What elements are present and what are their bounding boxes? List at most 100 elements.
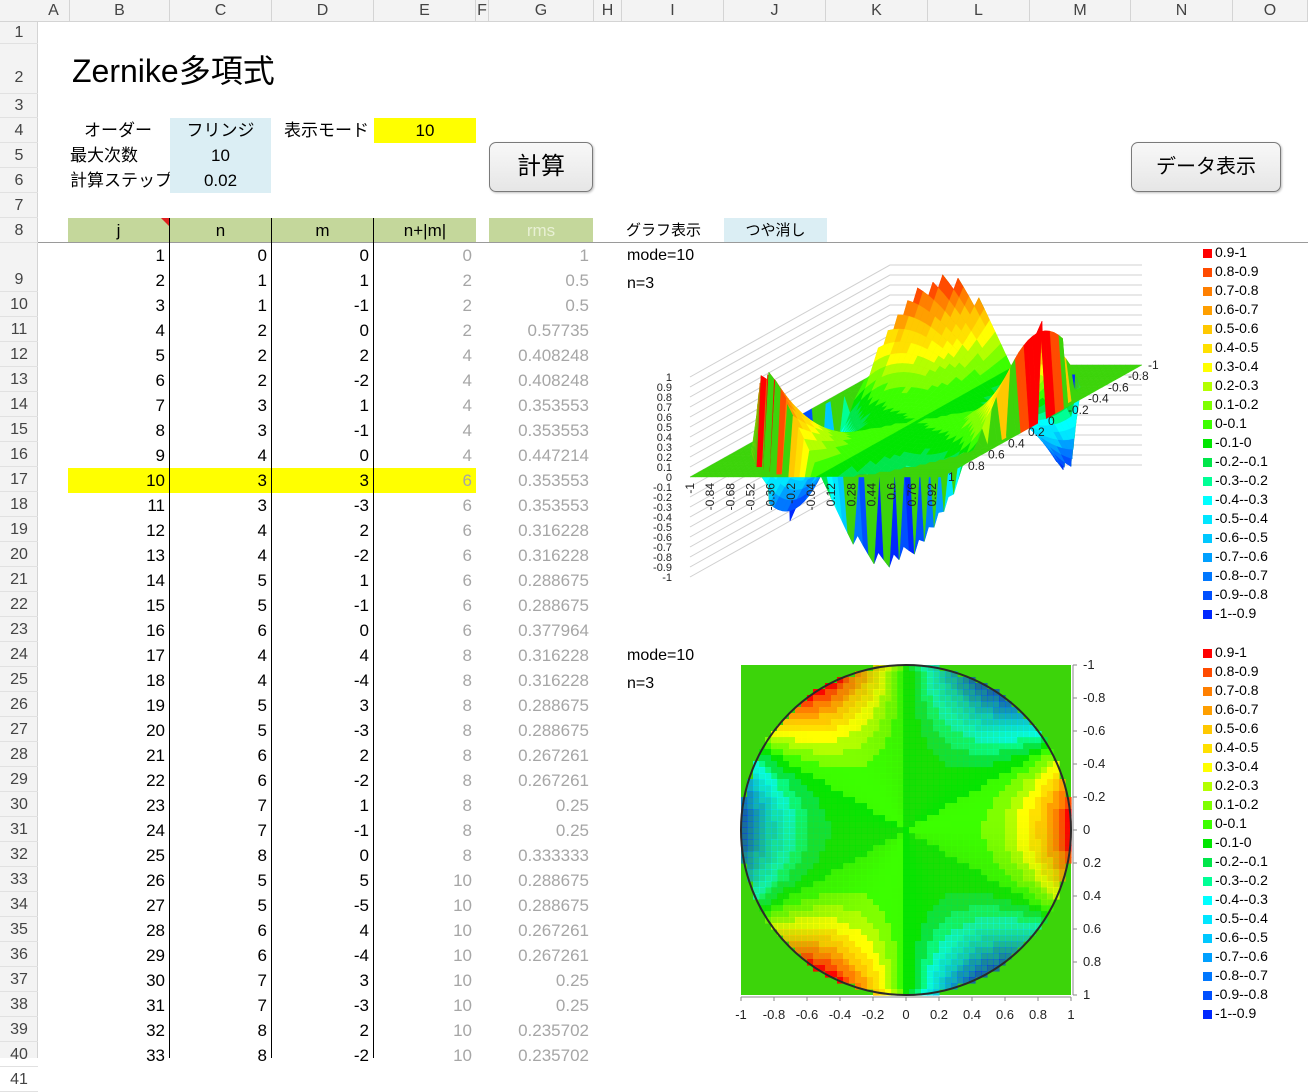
table-cell-n[interactable]: 6: [170, 743, 271, 768]
table-cell-j[interactable]: 2: [68, 268, 169, 293]
table-cell-n[interactable]: 3: [170, 393, 271, 418]
table-cell-m[interactable]: -1: [272, 418, 373, 443]
row-header-cell[interactable]: 33: [0, 867, 38, 892]
table-cell-rms[interactable]: 0.353553: [489, 418, 593, 443]
table-cell-rms[interactable]: 0.353553: [489, 493, 593, 518]
row-header-cell[interactable]: 36: [0, 942, 38, 967]
column-header-cell[interactable]: H: [594, 0, 622, 22]
table-cell-n[interactable]: 7: [170, 968, 271, 993]
table-cell-rms[interactable]: 0.353553: [489, 468, 593, 493]
table-cell-nm[interactable]: 8: [374, 693, 476, 718]
table-cell-nm[interactable]: 10: [374, 1043, 476, 1068]
table-cell-m[interactable]: 2: [272, 518, 373, 543]
table-cell-m[interactable]: 0: [272, 318, 373, 343]
table-cell-n[interactable]: 5: [170, 693, 271, 718]
table-cell-m[interactable]: 4: [272, 918, 373, 943]
table-cell-n[interactable]: 5: [170, 893, 271, 918]
row-header-cell[interactable]: 25: [0, 667, 38, 692]
table-cell-n[interactable]: 4: [170, 518, 271, 543]
table-cell-m[interactable]: -2: [272, 543, 373, 568]
row-header-cell[interactable]: 13: [0, 367, 38, 392]
table-cell-n[interactable]: 4: [170, 543, 271, 568]
table-cell-rms[interactable]: 0.235702: [489, 1043, 593, 1068]
table-cell-m[interactable]: 1: [272, 393, 373, 418]
table-cell-nm[interactable]: 6: [374, 543, 476, 568]
row-header-cell[interactable]: 31: [0, 817, 38, 842]
table-cell-nm[interactable]: 10: [374, 943, 476, 968]
data-display-button[interactable]: データ表示: [1131, 142, 1281, 192]
table-cell-n[interactable]: 4: [170, 668, 271, 693]
row-header-cell[interactable]: 15: [0, 417, 38, 442]
table-cell-j[interactable]: 18: [68, 668, 169, 693]
max-degree-value-cell[interactable]: 10: [170, 143, 271, 168]
row-header-cell[interactable]: 23: [0, 617, 38, 642]
row-header-cell[interactable]: 11: [0, 317, 38, 342]
table-cell-m[interactable]: 1: [272, 568, 373, 593]
table-cell-nm[interactable]: 6: [374, 493, 476, 518]
table-cell-j[interactable]: 8: [68, 418, 169, 443]
table-cell-rms[interactable]: 0.408248: [489, 368, 593, 393]
row-header-cell[interactable]: 5: [0, 143, 38, 168]
table-cell-rms[interactable]: 0.316228: [489, 518, 593, 543]
table-cell-rms[interactable]: 0.408248: [489, 343, 593, 368]
table-cell-nm[interactable]: 4: [374, 418, 476, 443]
row-header-cell[interactable]: 9: [0, 267, 38, 292]
row-header-cell[interactable]: 17: [0, 467, 38, 492]
column-header-cell[interactable]: I: [622, 0, 724, 22]
table-cell-n[interactable]: 7: [170, 818, 271, 843]
column-header-cell[interactable]: A: [38, 0, 70, 22]
table-cell-j[interactable]: 25: [68, 843, 169, 868]
row-header-cell[interactable]: 2: [0, 44, 38, 94]
table-cell-m[interactable]: -3: [272, 993, 373, 1018]
table-cell-n[interactable]: 6: [170, 768, 271, 793]
table-cell-rms[interactable]: 0.353553: [489, 393, 593, 418]
row-header-cell[interactable]: 34: [0, 892, 38, 917]
table-cell-rms[interactable]: 0.288675: [489, 593, 593, 618]
table-cell-j[interactable]: 16: [68, 618, 169, 643]
table-cell-nm[interactable]: 10: [374, 968, 476, 993]
table-cell-rms[interactable]: 0.267261: [489, 768, 593, 793]
table-cell-n[interactable]: 4: [170, 443, 271, 468]
table-cell-nm[interactable]: 10: [374, 918, 476, 943]
row-header-cell[interactable]: 41: [0, 1067, 38, 1092]
calc-button[interactable]: 計算: [489, 142, 593, 192]
table-cell-j[interactable]: 12: [68, 518, 169, 543]
table-cell-m[interactable]: 0: [272, 443, 373, 468]
table-cell-n[interactable]: 3: [170, 418, 271, 443]
table-cell-n[interactable]: 6: [170, 918, 271, 943]
table-cell-m[interactable]: 5: [272, 868, 373, 893]
table-cell-rms[interactable]: 0.267261: [489, 943, 593, 968]
table-cell-n[interactable]: 2: [170, 318, 271, 343]
row-header-cell[interactable]: 39: [0, 1017, 38, 1042]
table-cell-rms[interactable]: 0.25: [489, 968, 593, 993]
table-cell-rms[interactable]: 0.288675: [489, 868, 593, 893]
table-cell-rms[interactable]: 0.267261: [489, 743, 593, 768]
row-header-cell[interactable]: 18: [0, 492, 38, 517]
table-cell-nm[interactable]: 10: [374, 893, 476, 918]
row-header-cell[interactable]: 40: [0, 1042, 38, 1067]
row-header-cell[interactable]: 28: [0, 742, 38, 767]
graph-display-value-cell[interactable]: つや消し: [724, 218, 827, 243]
table-cell-j[interactable]: 17: [68, 643, 169, 668]
table-cell-n[interactable]: 5: [170, 593, 271, 618]
table-cell-rms[interactable]: 0.57735: [489, 318, 593, 343]
table-cell-m[interactable]: -1: [272, 293, 373, 318]
table-cell-n[interactable]: 2: [170, 368, 271, 393]
table-cell-j[interactable]: 15: [68, 593, 169, 618]
table-cell-nm[interactable]: 8: [374, 843, 476, 868]
table-cell-n[interactable]: 8: [170, 843, 271, 868]
table-cell-j[interactable]: 14: [68, 568, 169, 593]
table-cell-m[interactable]: 2: [272, 343, 373, 368]
row-header-cell[interactable]: 35: [0, 917, 38, 942]
table-cell-rms[interactable]: 0.316228: [489, 668, 593, 693]
row-header-cell[interactable]: 20: [0, 542, 38, 567]
table-cell-nm[interactable]: 2: [374, 268, 476, 293]
column-header-cell[interactable]: N: [1131, 0, 1233, 22]
row-header-cell[interactable]: 29: [0, 767, 38, 792]
table-cell-nm[interactable]: 8: [374, 718, 476, 743]
table-cell-m[interactable]: -2: [272, 768, 373, 793]
row-header-cell[interactable]: 38: [0, 992, 38, 1017]
column-header-cell[interactable]: B: [70, 0, 170, 22]
table-cell-n[interactable]: 7: [170, 793, 271, 818]
table-cell-nm[interactable]: 8: [374, 818, 476, 843]
